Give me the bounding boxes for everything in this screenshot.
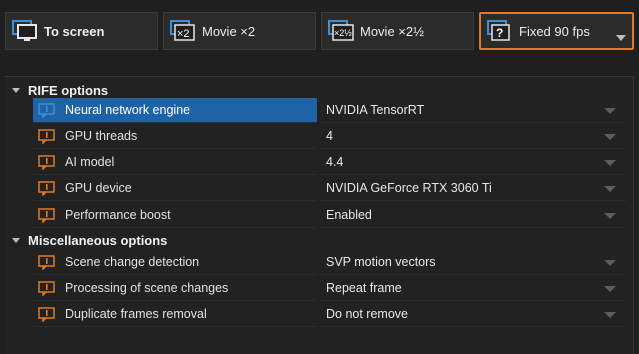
option-value-dropdown[interactable]: Enabled	[320, 203, 626, 228]
chevron-down-icon[interactable]	[604, 286, 616, 292]
info-icon	[38, 254, 55, 270]
mode-label: Fixed 90 fps	[519, 23, 590, 39]
svg-text:×2½: ×2½	[334, 28, 352, 38]
mode-label: Movie ×2	[202, 23, 256, 39]
option-label: GPU threads	[65, 129, 138, 143]
option-label: AI model	[65, 155, 115, 169]
option-row-neural-network-engine[interactable]: Neural network engine NVIDIA TensorRT	[33, 98, 634, 123]
option-label: Neural network engine	[65, 103, 191, 117]
mode-label: Movie ×2½	[360, 23, 424, 39]
option-name-cell[interactable]: Neural network engine	[33, 98, 317, 123]
info-icon	[38, 102, 55, 118]
option-value: Repeat frame	[326, 281, 402, 295]
collapse-caret-icon[interactable]	[12, 237, 20, 243]
chevron-down-icon[interactable]	[604, 312, 616, 318]
option-row-performance-boost[interactable]: Performance boost Enabled	[33, 203, 634, 228]
option-value: Enabled	[326, 208, 372, 222]
option-row-gpu-device[interactable]: GPU device NVIDIA GeForce RTX 3060 Ti	[33, 176, 634, 201]
option-name-cell[interactable]: AI model	[33, 150, 317, 175]
mode-fixed-90fps-button[interactable]: ? Fixed 90 fps	[479, 12, 634, 50]
mode-selector: To screen ×2 Movie ×2 ×2½ Movie ×2½ ? Fi…	[5, 12, 634, 52]
option-label: Processing of scene changes	[65, 281, 229, 295]
info-icon	[38, 154, 55, 170]
mode-label: To screen	[44, 23, 105, 39]
monitor-icon	[12, 20, 37, 41]
option-name-cell[interactable]: GPU threads	[33, 124, 317, 149]
option-row-processing-of-scene-changes[interactable]: Processing of scene changes Repeat frame	[33, 276, 634, 301]
option-label: Performance boost	[65, 208, 171, 222]
movie-x2-icon: ×2	[170, 20, 195, 41]
mode-movie-x2half-button[interactable]: ×2½ Movie ×2½	[321, 12, 474, 50]
info-icon	[38, 280, 55, 296]
option-value-dropdown[interactable]: Repeat frame	[320, 276, 626, 301]
question-monitor-icon: ?	[487, 20, 510, 41]
option-name-cell[interactable]: Duplicate frames removal	[33, 302, 317, 327]
collapse-caret-icon[interactable]	[12, 87, 20, 93]
chevron-down-icon[interactable]	[604, 134, 616, 140]
mode-to-screen-button[interactable]: To screen	[5, 12, 158, 50]
option-value-dropdown[interactable]: 4	[320, 124, 626, 149]
option-value-dropdown[interactable]: Do not remove	[320, 302, 626, 327]
chevron-down-icon[interactable]	[604, 260, 616, 266]
option-value: NVIDIA TensorRT	[326, 103, 425, 117]
info-icon	[38, 128, 55, 144]
group-header-miscellaneous-options[interactable]: Miscellaneous options	[5, 229, 634, 251]
chevron-down-icon[interactable]	[604, 108, 616, 114]
option-value: 4.4	[326, 155, 344, 169]
option-value: Do not remove	[326, 307, 408, 321]
option-value: NVIDIA GeForce RTX 3060 Ti	[326, 181, 492, 195]
mode-movie-x2-button[interactable]: ×2 Movie ×2	[163, 12, 316, 50]
chevron-down-icon[interactable]	[616, 35, 626, 41]
option-label: Duplicate frames removal	[65, 307, 207, 321]
group-title: Miscellaneous options	[28, 232, 168, 248]
info-icon	[38, 207, 55, 223]
option-value-dropdown[interactable]: 4.4	[320, 150, 626, 175]
option-value-dropdown[interactable]: NVIDIA TensorRT	[320, 98, 626, 123]
svg-text:×2: ×2	[177, 28, 190, 40]
info-icon	[38, 180, 55, 196]
option-name-cell[interactable]: Processing of scene changes	[33, 276, 317, 301]
option-name-cell[interactable]: GPU device	[33, 176, 317, 201]
option-value-dropdown[interactable]: SVP motion vectors	[320, 250, 626, 275]
group-title: RIFE options	[28, 82, 109, 98]
option-row-duplicate-frames-removal[interactable]: Duplicate frames removal Do not remove	[33, 302, 634, 327]
option-name-cell[interactable]: Scene change detection	[33, 250, 317, 275]
chevron-down-icon[interactable]	[604, 160, 616, 166]
chevron-down-icon[interactable]	[604, 186, 616, 192]
panel-edge	[633, 76, 634, 354]
option-row-scene-change-detection[interactable]: Scene change detection SVP motion vector…	[33, 250, 634, 275]
svp-settings-window: To screen ×2 Movie ×2 ×2½ Movie ×2½ ? Fi…	[0, 0, 639, 354]
svg-text:?: ?	[496, 26, 503, 40]
option-row-gpu-threads[interactable]: GPU threads 4	[33, 124, 634, 149]
option-value-dropdown[interactable]: NVIDIA GeForce RTX 3060 Ti	[320, 176, 626, 201]
info-icon	[38, 306, 55, 322]
option-value: SVP motion vectors	[326, 255, 436, 269]
option-value: 4	[326, 129, 333, 143]
option-name-cell[interactable]: Performance boost	[33, 203, 317, 228]
movie-x2half-icon: ×2½	[328, 20, 354, 41]
option-label: GPU device	[65, 181, 132, 195]
option-row-ai-model[interactable]: AI model 4.4	[33, 150, 634, 175]
options-panel: RIFE options Neural network engine NVIDI…	[5, 76, 634, 354]
option-label: Scene change detection	[65, 255, 200, 269]
chevron-down-icon[interactable]	[604, 213, 616, 219]
